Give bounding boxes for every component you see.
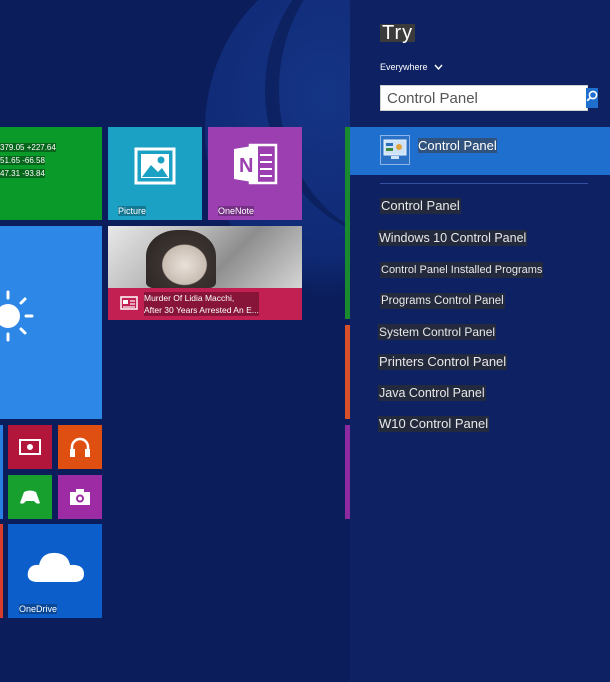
news-headline-line-2: After 30 Years Arrested An E... <box>144 305 259 315</box>
finance-line-2: 51.65 -66.58 <box>0 156 45 165</box>
sun-icon <box>0 288 36 344</box>
suggestion-item[interactable]: System Control Panel <box>378 324 497 340</box>
search-input[interactable] <box>381 87 586 109</box>
search-scope-label: Everywhere <box>380 62 428 72</box>
suggestion-item[interactable]: Java Control Panel <box>378 385 486 401</box>
onedrive-tile-label: OneDrive <box>19 604 58 614</box>
camera-tile[interactable] <box>58 475 102 519</box>
search-icon <box>586 89 598 107</box>
news-headline-line-1: Murder Of Lidia Macchi, <box>144 293 235 303</box>
music-tile[interactable] <box>58 425 102 469</box>
finance-line-3: 47.31 -93.84 <box>0 169 45 178</box>
camera-icon <box>68 487 92 507</box>
onenote-icon: N <box>230 141 280 187</box>
onenote-tile-label: OneNote <box>218 206 255 216</box>
finance-tile[interactable]: 379.05 +227.64 51.65 -66.58 47.31 -93.84 <box>0 127 102 220</box>
search-scope-dropdown[interactable]: Everywhere <box>380 62 443 72</box>
video-tile[interactable] <box>8 425 52 469</box>
cloud-icon <box>24 546 88 586</box>
search-charm-panel: Try Everywhere Control Panel Control Pan… <box>350 0 610 682</box>
suggestion-item[interactable]: Windows 10 Control Panel <box>378 230 528 246</box>
charm-title: Try <box>380 22 416 44</box>
pictures-tile[interactable]: Picture <box>108 127 202 220</box>
suggestion-item[interactable]: Control Panel Installed Programs <box>380 262 544 278</box>
results-divider <box>380 183 588 184</box>
top-search-result[interactable]: Control Panel <box>350 127 610 175</box>
news-icon <box>120 296 138 310</box>
search-button[interactable] <box>586 88 598 108</box>
headphones-icon <box>68 435 92 459</box>
partial-tile-left[interactable] <box>0 425 3 519</box>
partial-tile-left-red[interactable] <box>0 524 3 618</box>
news-tile[interactable]: Murder Of Lidia Macchi, After 30 Years A… <box>108 226 302 320</box>
weather-tile[interactable] <box>0 226 102 419</box>
finance-line-1: 379.05 +227.64 <box>0 143 56 152</box>
suggestion-item[interactable]: W10 Control Panel <box>378 416 490 432</box>
chevron-down-icon <box>434 62 443 72</box>
gamepad-icon <box>17 487 43 507</box>
onenote-tile[interactable]: N OneNote <box>208 127 302 220</box>
video-icon <box>18 437 42 457</box>
pictures-icon <box>132 143 178 189</box>
games-tile[interactable] <box>8 475 52 519</box>
suggestion-item[interactable]: Printers Control Panel <box>378 354 508 370</box>
news-photo <box>108 226 302 288</box>
suggestion-item[interactable]: Programs Control Panel <box>380 293 505 309</box>
svg-text:N: N <box>239 155 253 177</box>
onedrive-tile[interactable]: OneDrive <box>8 524 102 618</box>
news-headline: Murder Of Lidia Macchi, After 30 Years A… <box>144 292 259 316</box>
start-screen: 379.05 +227.64 51.65 -66.58 47.31 -93.84… <box>0 0 350 682</box>
news-photo-person <box>146 230 216 288</box>
control-panel-icon <box>380 135 410 165</box>
top-result-label: Control Panel <box>418 138 497 153</box>
pictures-tile-label: Picture <box>118 206 147 216</box>
search-box[interactable] <box>380 85 598 111</box>
suggestion-item[interactable]: Control Panel <box>380 198 461 214</box>
